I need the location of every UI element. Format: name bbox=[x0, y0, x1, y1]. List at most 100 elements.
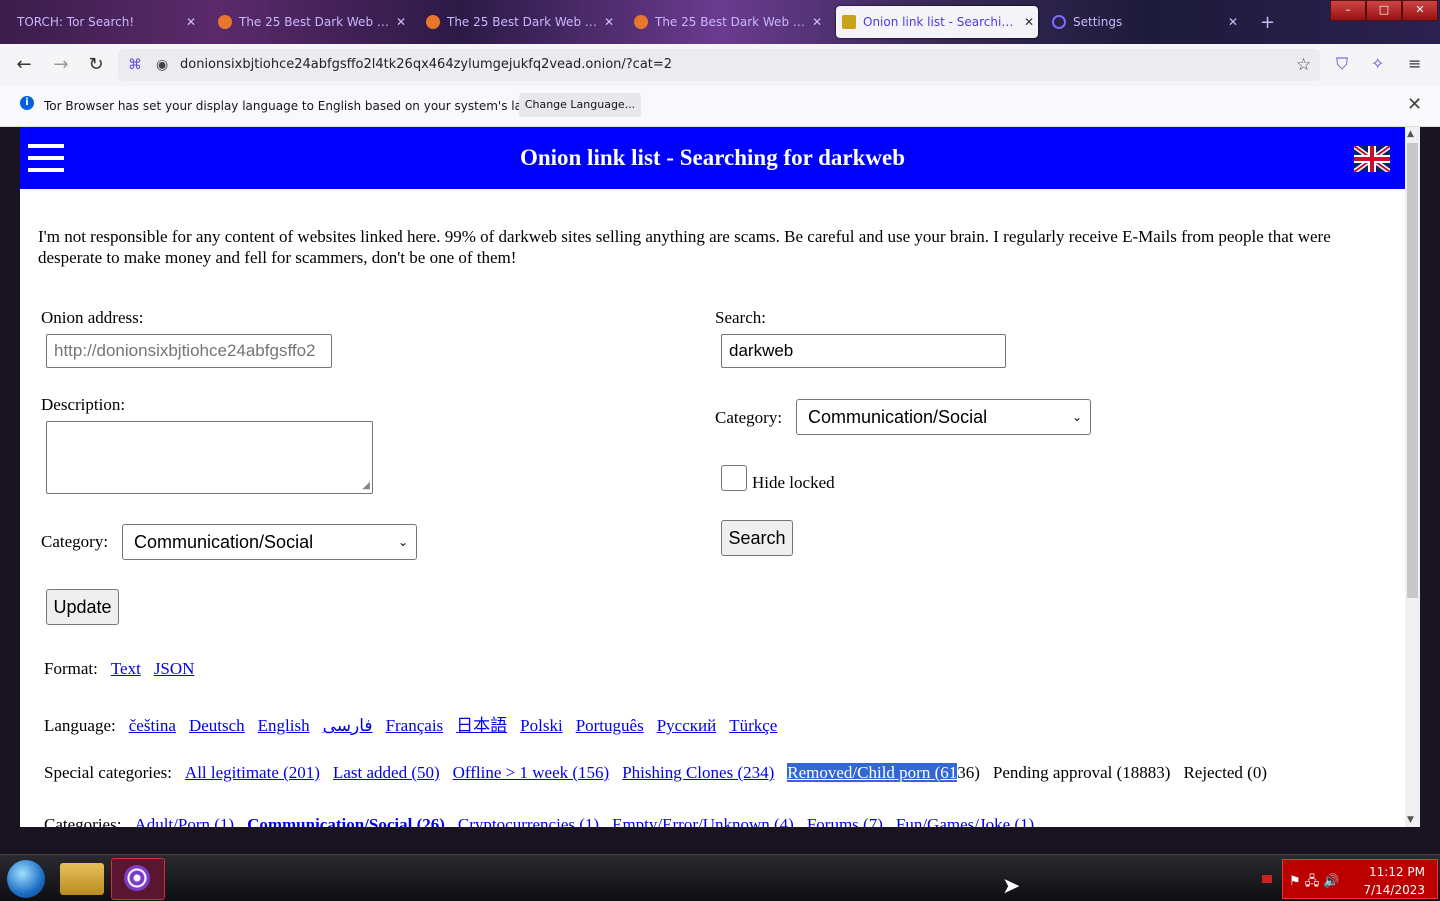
tor-circuit-icon[interactable]: ⌘ bbox=[128, 57, 142, 73]
globe-favicon-icon bbox=[634, 15, 648, 29]
bookmark-star-icon[interactable]: ☆ bbox=[1296, 55, 1311, 75]
category-link[interactable]: Empty/Error/Unknown (4) bbox=[612, 815, 794, 827]
language-link[interactable]: Português bbox=[576, 716, 644, 735]
tab-label: Settings bbox=[1073, 15, 1123, 29]
tab-onion-link-list[interactable]: Onion link list - Searching fo ✕ bbox=[836, 6, 1038, 38]
categories-label: Categories: bbox=[44, 815, 122, 827]
language-link[interactable]: فارسی bbox=[323, 716, 373, 735]
update-button[interactable]: Update bbox=[46, 589, 119, 625]
description-textarea[interactable]: ◢ bbox=[46, 421, 373, 494]
search-label: Search: bbox=[715, 308, 766, 327]
close-tab-icon[interactable]: ✕ bbox=[808, 15, 826, 29]
onion-address-input[interactable]: http://donionsixbjtiohce24abfgsffo2 bbox=[46, 334, 332, 368]
category-link-current[interactable]: Communication/Social (26) bbox=[247, 815, 445, 827]
close-tab-icon[interactable]: ✕ bbox=[182, 15, 200, 29]
tab-torch[interactable]: TORCH: Tor Search! ✕ bbox=[0, 6, 200, 38]
chevron-down-icon: ⌄ bbox=[1071, 410, 1082, 424]
gear-icon bbox=[1052, 15, 1066, 29]
torch-favicon-icon bbox=[6, 15, 10, 29]
close-icon[interactable]: ✕ bbox=[1407, 94, 1422, 115]
category-link[interactable]: Cryptocurrencies (1) bbox=[458, 815, 599, 827]
scroll-down-icon[interactable]: ▼ bbox=[1407, 815, 1414, 825]
page-scrollbar[interactable]: ▲ ▼ bbox=[1405, 127, 1420, 827]
new-tab-button[interactable]: + bbox=[1260, 12, 1275, 33]
language-notification-bar: i Tor Browser has set your display langu… bbox=[0, 86, 1440, 127]
menu-icon[interactable]: ≡ bbox=[1408, 54, 1421, 73]
language-row: Language: čeština Deutsch English فارسی Franç… bbox=[44, 711, 777, 736]
tor-new-identity-icon[interactable]: ✧ bbox=[1371, 54, 1384, 73]
language-link[interactable]: Français bbox=[386, 716, 444, 735]
url-bar[interactable]: ⌘ ◉ donionsixbjtiohce24abfgsffo2l4tk26qx… bbox=[118, 49, 1320, 81]
tab-label: The 25 Best Dark Web Sites bbox=[447, 15, 600, 29]
tab-dark-web-sites-2[interactable]: The 25 Best Dark Web Sites ✕ bbox=[420, 6, 618, 38]
special-categories-row: Special categories: All legitimate (201) L… bbox=[44, 763, 1267, 783]
category-select-value: Communication/Social bbox=[808, 407, 988, 427]
rejected-text: Rejected (0) bbox=[1183, 763, 1267, 782]
close-window-button[interactable]: ✕ bbox=[1402, 0, 1438, 21]
scrollbar-thumb[interactable] bbox=[1407, 143, 1418, 598]
special-category-link[interactable]: Last added (50) bbox=[333, 763, 440, 782]
category-select-right[interactable]: Communication/Social ⌄ bbox=[796, 399, 1091, 435]
removed-category-link-selected[interactable]: Removed/Child porn (61 bbox=[787, 763, 958, 782]
format-label: Format: bbox=[44, 659, 98, 678]
onion-site-icon[interactable]: ◉ bbox=[156, 57, 168, 73]
tor-onion-icon bbox=[124, 865, 150, 891]
language-link[interactable]: Polski bbox=[520, 716, 563, 735]
chevron-down-icon: ⌄ bbox=[397, 535, 408, 549]
search-input[interactable]: darkweb bbox=[721, 334, 1006, 368]
language-link[interactable]: Deutsch bbox=[189, 716, 245, 735]
tab-dark-web-sites-1[interactable]: The 25 Best Dark Web Sites ✕ bbox=[212, 6, 410, 38]
tor-browser-taskbar-icon[interactable] bbox=[111, 858, 165, 900]
close-tab-icon[interactable]: ✕ bbox=[600, 15, 618, 29]
tab-label: The 25 Best Dark Web Sites bbox=[239, 15, 392, 29]
reload-button[interactable]: ↻ bbox=[85, 54, 107, 76]
tab-dark-web-sites-3[interactable]: The 25 Best Dark Web Sites ✕ bbox=[628, 6, 826, 38]
special-category-link[interactable]: Offline > 1 week (156) bbox=[453, 763, 610, 782]
scroll-up-icon[interactable]: ▲ bbox=[1407, 129, 1414, 139]
category-link[interactable]: Adult/Porn (1) bbox=[134, 815, 234, 827]
uk-flag-icon[interactable] bbox=[1354, 146, 1390, 172]
special-category-link[interactable]: Phishing Clones (234) bbox=[622, 763, 774, 782]
forward-button[interactable]: → bbox=[50, 54, 72, 76]
system-tray: ⚑ 🖧 🔊 11:12 PM 7/14/2023 bbox=[1282, 859, 1438, 899]
category-label-left: Category: bbox=[41, 532, 109, 551]
close-tab-icon[interactable]: ✕ bbox=[1224, 15, 1242, 29]
info-icon: i bbox=[20, 96, 34, 110]
language-link[interactable]: čeština bbox=[129, 716, 176, 735]
shield-icon[interactable]: ⛉ bbox=[1336, 54, 1348, 74]
special-category-link[interactable]: All legitimate (201) bbox=[185, 763, 320, 782]
language-link[interactable]: Türkçe bbox=[729, 716, 777, 735]
format-json-link[interactable]: JSON bbox=[154, 659, 195, 678]
format-text-link[interactable]: Text bbox=[111, 659, 141, 678]
back-button[interactable]: ← bbox=[13, 54, 35, 76]
start-button[interactable] bbox=[7, 860, 45, 898]
globe-favicon-icon bbox=[218, 15, 232, 29]
language-link[interactable]: Русский bbox=[657, 716, 717, 735]
close-tab-icon[interactable]: ✕ bbox=[1020, 15, 1038, 29]
language-link[interactable]: 日本語 bbox=[456, 716, 507, 735]
tray-alert-icon[interactable] bbox=[1262, 875, 1272, 883]
removed-category-link-rest[interactable]: 36) bbox=[957, 763, 980, 782]
change-language-button[interactable]: Change Language... bbox=[519, 93, 641, 117]
tab-settings[interactable]: Settings ✕ bbox=[1046, 6, 1242, 38]
maximize-button[interactable]: □ bbox=[1366, 0, 1402, 21]
file-explorer-icon[interactable] bbox=[60, 863, 104, 895]
tab-bar: TORCH: Tor Search! ✕ The 25 Best Dark We… bbox=[0, 0, 1440, 44]
category-select-left[interactable]: Communication/Social ⌄ bbox=[122, 524, 417, 560]
language-link[interactable]: English bbox=[258, 716, 310, 735]
onion-address-label: Onion address: bbox=[41, 308, 144, 327]
resize-grip-icon[interactable]: ◢ bbox=[362, 480, 370, 491]
description-label: Description: bbox=[41, 395, 126, 414]
page-viewport: Onion link list - Searching for darkweb … bbox=[20, 127, 1405, 827]
category-link[interactable]: Forums (7) bbox=[807, 815, 883, 827]
close-tab-icon[interactable]: ✕ bbox=[392, 15, 410, 29]
search-button[interactable]: Search bbox=[721, 520, 793, 556]
mouse-cursor-icon: ➤ bbox=[1002, 874, 1021, 899]
minimize-button[interactable]: – bbox=[1330, 0, 1366, 21]
hide-locked-checkbox[interactable] bbox=[721, 465, 747, 491]
clock[interactable]: 11:12 PM 7/14/2023 bbox=[1363, 863, 1425, 899]
hide-locked-label: Hide locked bbox=[752, 473, 835, 492]
disclaimer-text: I'm not responsible for any content of w… bbox=[38, 227, 1331, 267]
tray-icons[interactable]: ⚑ 🖧 🔊 bbox=[1289, 872, 1340, 894]
category-link[interactable]: Fun/Games/Joke (1) bbox=[896, 815, 1034, 827]
